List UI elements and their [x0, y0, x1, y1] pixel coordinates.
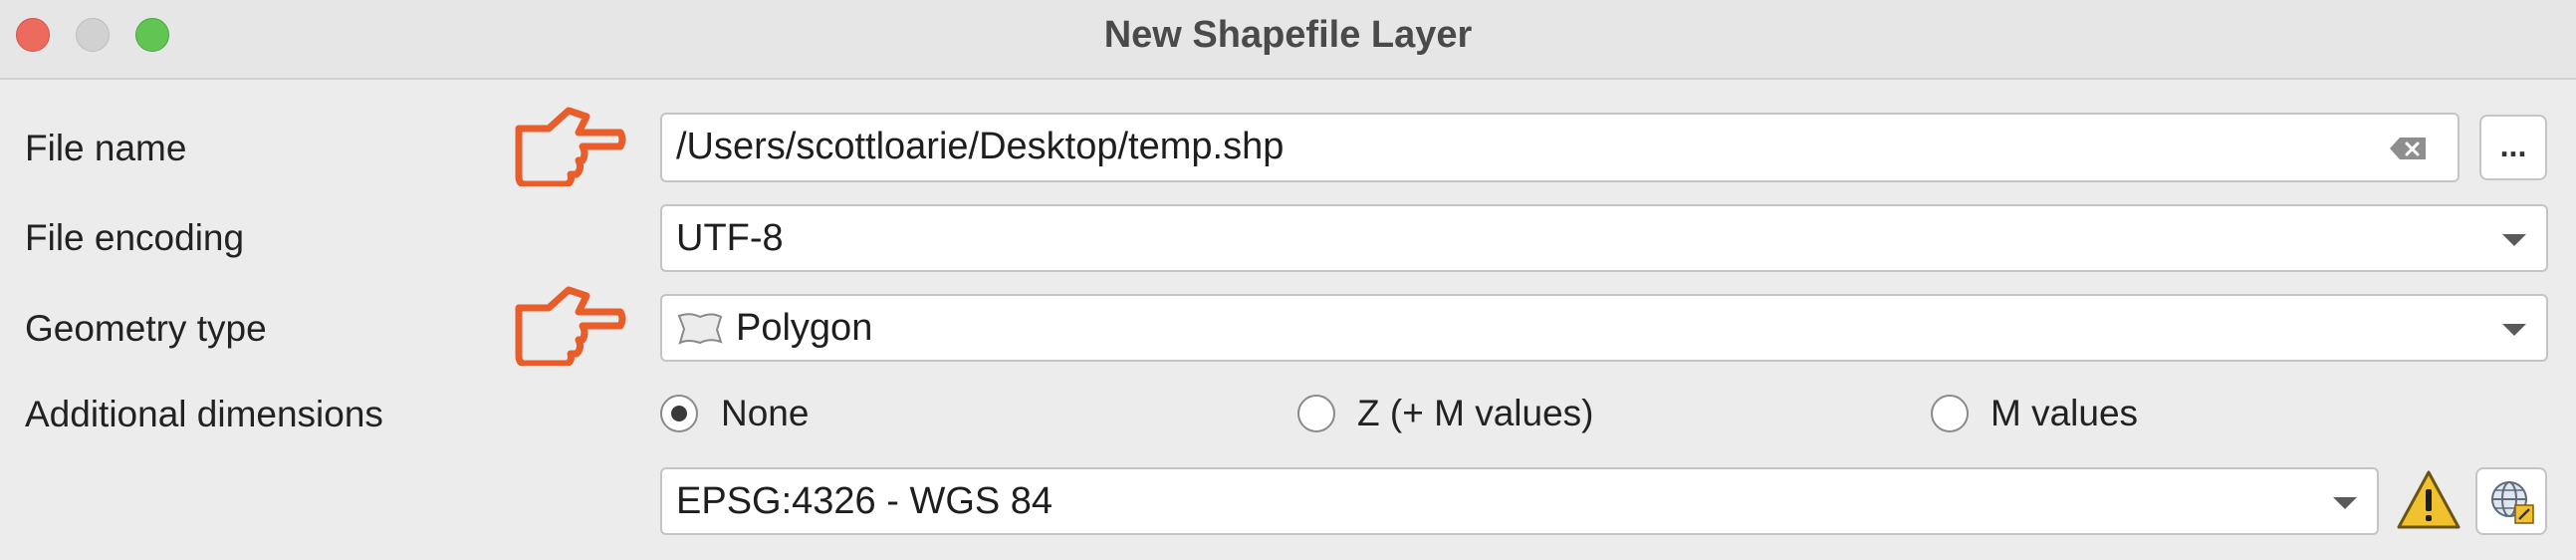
browse-button[interactable]: ...: [2479, 115, 2547, 180]
radio-none-label: None: [721, 393, 810, 433]
file-name-value: /Users/scottloarie/Desktop/temp.shp: [676, 126, 1285, 167]
title-bar: New Shapefile Layer: [0, 0, 2576, 80]
radio-m-values-label: M values: [1991, 393, 2139, 433]
hand-pointer-icon: [515, 107, 626, 186]
globe-icon: [2491, 481, 2534, 524]
polygon-icon: [677, 313, 723, 345]
file-encoding-select[interactable]: UTF-8: [660, 204, 2548, 272]
additional-dimensions-label: Additional dimensions: [25, 394, 383, 434]
window-title: New Shapefile Layer: [1103, 14, 1473, 56]
file-name-label: File name: [25, 128, 187, 168]
radio-none[interactable]: [660, 395, 698, 432]
radio-z-m-values[interactable]: [1297, 395, 1335, 432]
file-encoding-value: UTF-8: [676, 217, 784, 259]
geometry-type-select[interactable]: Polygon: [660, 294, 2548, 362]
warning-icon: [2397, 470, 2460, 529]
crs-value: EPSG:4326 - WGS 84: [676, 480, 1054, 522]
chevron-down-icon: [2502, 234, 2526, 246]
radio-m-values[interactable]: [1931, 395, 1969, 432]
select-crs-button[interactable]: [2475, 467, 2547, 535]
chevron-down-icon: [2333, 497, 2357, 509]
chevron-down-icon: [2502, 324, 2526, 336]
clear-text-icon[interactable]: [2388, 136, 2428, 161]
hand-pointer-icon: [515, 286, 626, 366]
radio-z-m-values-label: Z (+ M values): [1357, 393, 1594, 433]
file-name-input[interactable]: /Users/scottloarie/Desktop/temp.shp: [660, 113, 2459, 182]
crs-select[interactable]: EPSG:4326 - WGS 84: [660, 467, 2379, 535]
geometry-type-value: Polygon: [736, 307, 873, 349]
geometry-type-label: Geometry type: [25, 308, 267, 349]
file-encoding-label: File encoding: [25, 217, 245, 258]
